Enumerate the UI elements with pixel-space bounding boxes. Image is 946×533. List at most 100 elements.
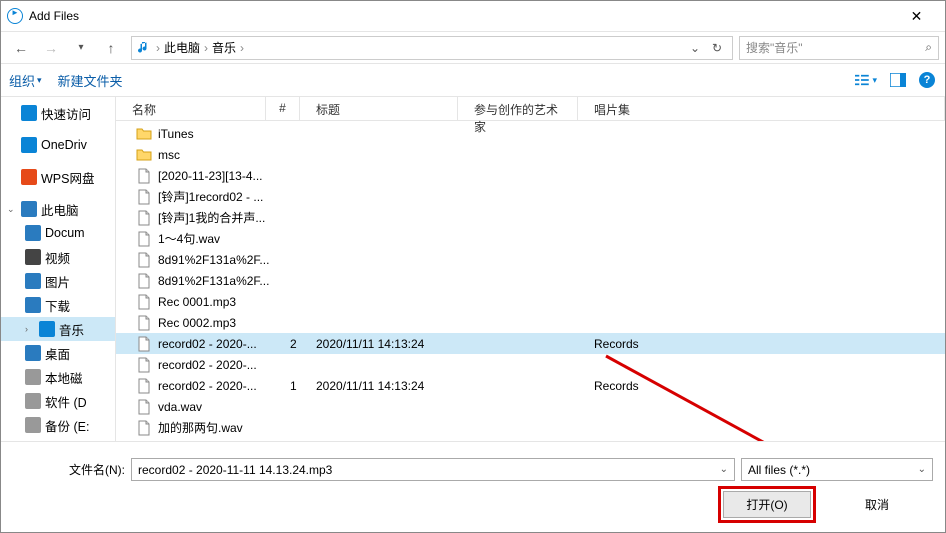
file-icon xyxy=(136,189,152,205)
dl-icon xyxy=(25,297,41,313)
file-track-num: 2 xyxy=(282,337,316,351)
main-pane: 名称 # 标题 参与创作的艺术家 唱片集 iTunes msc [2020-11-2… xyxy=(116,97,945,441)
col-name[interactable]: 名称 xyxy=(116,97,266,120)
sidebar-item-label: 快速访问 xyxy=(41,104,91,123)
file-title: 2020/11/11 14:13:24 xyxy=(316,379,474,393)
organize-button[interactable]: 组织 ▾ xyxy=(1,71,50,90)
file-row[interactable]: [铃声]1record02 - ... xyxy=(116,186,945,207)
file-name: Rec 0001.mp3 xyxy=(158,295,282,309)
back-button[interactable]: ← xyxy=(7,35,35,61)
file-row[interactable]: [铃声]1我的合并声... xyxy=(116,207,945,228)
file-album: Records xyxy=(594,379,945,393)
app-icon xyxy=(7,8,23,24)
col-num[interactable]: # xyxy=(266,97,300,120)
search-input[interactable]: 搜索"音乐" ⌕ xyxy=(739,36,939,60)
col-album[interactable]: 唱片集 xyxy=(578,97,945,120)
chevron-down-icon: ▾ xyxy=(872,75,877,86)
sidebar-item-downloads[interactable]: 下载 xyxy=(1,293,115,317)
folder-row[interactable]: msc xyxy=(116,144,945,165)
sidebar-item-documents[interactable]: Docum xyxy=(1,221,115,245)
refresh-button[interactable]: ↻ xyxy=(706,41,728,55)
file-title: 2020/11/11 14:13:24 xyxy=(316,337,474,351)
view-options-button[interactable]: ▾ xyxy=(855,69,877,91)
file-row[interactable]: [2020-11-23][13-4... xyxy=(116,165,945,186)
sidebar-item-desktop[interactable]: 桌面 xyxy=(1,341,115,365)
sidebar-item-wps[interactable]: WPS网盘 xyxy=(1,165,115,189)
sidebar-item-label: Docum xyxy=(45,226,85,240)
open-button[interactable]: 打开(O) xyxy=(723,491,811,518)
file-icon xyxy=(136,420,152,436)
file-icon xyxy=(136,294,152,310)
file-name: [2020-11-23][13-4... xyxy=(158,169,282,183)
forward-button[interactable]: → xyxy=(37,35,65,61)
sidebar-item-label: 桌面 xyxy=(45,344,70,363)
file-row[interactable]: Rec 0002.mp3 xyxy=(116,312,945,333)
file-name: 8d91%2F131a%2F... xyxy=(158,274,282,288)
up-button[interactable]: ↑ xyxy=(97,35,125,61)
new-folder-button[interactable]: 新建文件夹 xyxy=(50,71,131,90)
address-dropdown[interactable]: ⌄ xyxy=(684,41,706,55)
file-album: Records xyxy=(594,337,945,351)
wps-icon xyxy=(21,169,37,185)
chevron-icon: ⌄ xyxy=(7,204,17,215)
file-icon xyxy=(136,210,152,226)
col-title[interactable]: 标题 xyxy=(300,97,458,120)
pc-icon xyxy=(21,201,37,217)
preview-pane-button[interactable] xyxy=(887,69,909,91)
file-row[interactable]: 1～4句.wav xyxy=(116,228,945,249)
sidebar-item-label: WPS网盘 xyxy=(41,168,94,187)
file-name: [铃声]1record02 - ... xyxy=(158,188,282,205)
file-type-filter[interactable]: All files (*.*) ⌄ xyxy=(741,458,933,481)
column-header: 名称 # 标题 参与创作的艺术家 唱片集 xyxy=(116,97,945,121)
file-icon xyxy=(136,315,152,331)
cloud-icon xyxy=(21,137,37,153)
file-row[interactable]: 加的那两句.wav xyxy=(116,417,945,438)
file-name: 1～4句.wav xyxy=(158,230,282,247)
sidebar-item-videos[interactable]: 视频 xyxy=(1,245,115,269)
crumb-pc[interactable]: 此电脑 xyxy=(160,39,204,56)
sidebar-item-local-disk[interactable]: 本地磁 xyxy=(1,365,115,389)
col-artist[interactable]: 参与创作的艺术家 xyxy=(458,97,578,120)
sidebar-item-pictures[interactable]: 图片 xyxy=(1,269,115,293)
cancel-button[interactable]: 取消 xyxy=(833,491,921,518)
file-row[interactable]: vda.wav xyxy=(116,396,945,417)
history-dropdown[interactable]: ▾ xyxy=(67,35,95,61)
star-icon xyxy=(21,105,37,121)
chevron-down-icon: ▾ xyxy=(37,75,42,86)
filename-input[interactable]: record02 - 2020-11-11 14.13.24.mp3 ⌄ xyxy=(131,458,735,481)
file-icon xyxy=(136,357,152,373)
sidebar-item-onedrive[interactable]: OneDriv xyxy=(1,133,115,157)
toolbar: 组织 ▾ 新建文件夹 ▾ ? xyxy=(1,64,945,97)
close-button[interactable]: ✕ xyxy=(894,1,939,31)
file-track-num: 1 xyxy=(282,379,316,393)
file-name: iTunes xyxy=(158,127,282,141)
file-list: iTunes msc [2020-11-23][13-4... [铃声]1record… xyxy=(116,121,945,441)
folder-row[interactable]: iTunes xyxy=(116,123,945,144)
filter-value: All files (*.*) xyxy=(748,463,810,477)
sidebar-item-label: 下载 xyxy=(45,296,70,315)
pic-icon xyxy=(25,273,41,289)
sidebar-item-music[interactable]: ›音乐 xyxy=(1,317,115,341)
disk-icon xyxy=(25,393,41,409)
file-row[interactable]: record02 - 2020-...12020/11/11 14:13:24R… xyxy=(116,375,945,396)
crumb-music[interactable]: 音乐 xyxy=(208,39,240,56)
file-icon xyxy=(136,336,152,352)
file-name: 8d91%2F131a%2F... xyxy=(158,253,282,267)
address-bar[interactable]: › 此电脑 › 音乐 › ⌄ ↻ xyxy=(131,36,733,60)
help-button[interactable]: ? xyxy=(919,72,935,88)
file-row[interactable]: 8d91%2F131a%2F... xyxy=(116,249,945,270)
folder-icon xyxy=(136,147,152,163)
file-row[interactable]: record02 - 2020-...22020/11/11 14:13:24R… xyxy=(116,333,945,354)
folder-icon xyxy=(136,126,152,142)
file-row[interactable]: Rec 0001.mp3 xyxy=(116,291,945,312)
sidebar-item-software[interactable]: 软件 (D xyxy=(1,389,115,413)
file-row[interactable]: record02 - 2020-... xyxy=(116,354,945,375)
file-row[interactable]: 8d91%2F131a%2F... xyxy=(116,270,945,291)
bottom-bar: 文件名(N): record02 - 2020-11-11 14.13.24.m… xyxy=(1,441,945,532)
sidebar-item-label: 音乐 xyxy=(59,320,84,339)
sidebar-item-label: 视频 xyxy=(45,248,70,267)
sidebar-item-this-pc[interactable]: ⌄此电脑 xyxy=(1,197,115,221)
sidebar-item-quick-access[interactable]: 快速访问 xyxy=(1,101,115,125)
chevron-down-icon: ⌄ xyxy=(918,464,926,475)
sidebar-item-backup[interactable]: 备份 (E: xyxy=(1,413,115,437)
